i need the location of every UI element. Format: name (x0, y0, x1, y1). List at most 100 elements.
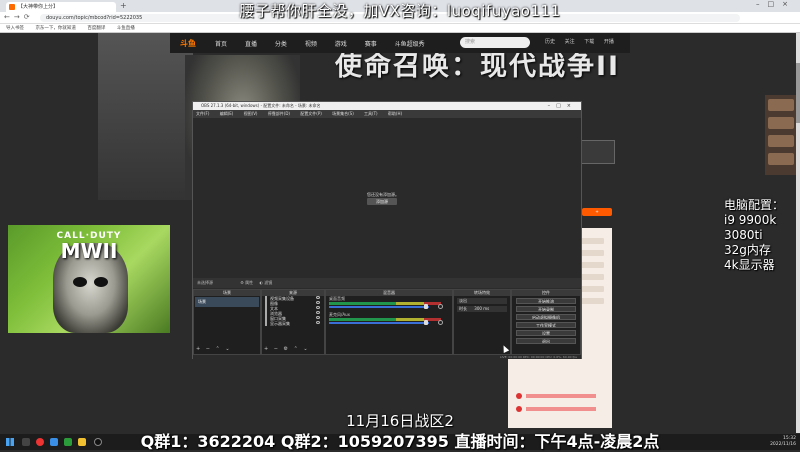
pc-specs-overlay: 电脑配置： i9 9900k 3080ti 32g内存 4k显示器 (724, 198, 784, 273)
audio-mixer-panel: 混音器 桌面音频 麦克风/Aux (325, 289, 453, 355)
duration-label: 时长 (459, 306, 467, 311)
site-menu-item[interactable]: 斗鱼超级秀 (395, 41, 425, 48)
specs-line: 32g内存 (724, 243, 771, 257)
obs-menu-item[interactable]: 帮助(H) (388, 111, 402, 116)
site-nav-icons: 历史 关注 下载 开播 (545, 38, 622, 45)
promo-box[interactable] (580, 140, 615, 164)
scenes-header: 场景 (194, 290, 260, 296)
side-ad-item[interactable] (768, 117, 794, 129)
settings-button[interactable]: 设置 (516, 330, 576, 336)
volume-slider-handle[interactable] (424, 304, 428, 309)
obs-menu-item[interactable]: 场景集合(S) (332, 111, 354, 116)
start-recording-button[interactable]: 开始录制 (516, 306, 576, 312)
side-ad-item[interactable] (768, 153, 794, 165)
site-menu: 首页 直播 分类 视频 游戏 赛事 斗鱼超级秀 (215, 39, 441, 48)
scrollbar-thumb[interactable] (796, 63, 800, 123)
virtual-camera-button[interactable]: 启动虚拟摄像机 (516, 314, 576, 320)
follow-button[interactable]: + (582, 208, 612, 216)
bookmark-item[interactable]: 京东一下，你就知道 (35, 26, 76, 31)
site-nav: 斗鱼 首页 直播 分类 视频 游戏 赛事 斗鱼超级秀 搜索 历史 关注 下载 开… (170, 33, 630, 53)
site-logo[interactable]: 斗鱼 (180, 38, 196, 49)
follow-icon[interactable]: 关注 (565, 39, 575, 45)
obs-menubar: 文件(F) 编辑(E) 视图(V) 停靠部件(D) 配置文件(P) 场景集合(S… (193, 110, 581, 118)
bookmark-item[interactable]: 百度翻译 (87, 26, 105, 31)
obs-titlebar: OBS 27.1.3 (64-bit, windows) - 配置文件: 未命名… (193, 102, 581, 110)
site-menu-item[interactable]: 首页 (215, 41, 227, 48)
site-menu-item[interactable]: 视频 (305, 41, 317, 48)
eye-icon[interactable] (316, 301, 320, 304)
specs-line: i9 9900k (724, 213, 777, 227)
volume-slider-handle[interactable] (424, 320, 428, 325)
obs-menu-item[interactable]: 停靠部件(D) (268, 111, 290, 116)
source-toolbar: 未选择源 ⚙ 属性 ◐ 滤镜 (193, 278, 581, 288)
gear-icon[interactable] (438, 320, 443, 325)
scenes-panel: 场景 场景 + − ⌃ ⌄ (193, 289, 261, 355)
obs-menu-item[interactable]: 配置文件(P) (300, 111, 322, 116)
site-menu-item[interactable]: 直播 (245, 41, 257, 48)
scene-item[interactable]: 场景 (195, 297, 259, 307)
eye-icon[interactable] (316, 306, 320, 309)
duration-value: 300 ms (474, 306, 490, 311)
stream-contact-banner: 腰子帮你肝全没，加VX咨询：luoqifuyao111 (239, 2, 561, 20)
eye-icon[interactable] (316, 321, 320, 324)
obs-status-bar: LIVE: 00:00:00 REC: 00:00:00 CPU: 0.6%, … (193, 355, 581, 359)
side-ad-item[interactable] (768, 99, 794, 111)
side-ad-item[interactable] (768, 135, 794, 147)
obs-window: OBS 27.1.3 (64-bit, windows) - 配置文件: 未命名… (192, 101, 582, 359)
studio-mode-button[interactable]: 工作室模式 (516, 322, 576, 328)
duration-field[interactable]: 时长 300 ms (457, 306, 507, 312)
volume-slider[interactable] (329, 322, 429, 324)
scenes-footer-buttons[interactable]: + − ⌃ ⌄ (196, 346, 232, 352)
eye-icon[interactable] (316, 311, 320, 314)
list-item[interactable] (526, 394, 596, 398)
site-search-input[interactable]: 搜索 (460, 37, 530, 48)
volume-slider[interactable] (329, 306, 429, 308)
obs-menu-item[interactable]: 文件(F) (196, 111, 209, 116)
red-badge-icon (516, 393, 522, 399)
page-scrollbar[interactable] (796, 33, 800, 433)
obs-menu-item[interactable]: 编辑(E) (220, 111, 234, 116)
source-type-icon (265, 321, 267, 326)
filter-icon[interactable]: ◐ (259, 280, 263, 285)
filters-button[interactable]: 滤镜 (264, 280, 272, 285)
source-item[interactable]: 显示器采集 (262, 321, 324, 326)
eye-icon[interactable] (316, 316, 320, 319)
bookmark-item[interactable]: 斗鱼直播 (117, 26, 135, 31)
gear-icon[interactable] (438, 304, 443, 309)
start-streaming-button[interactable]: 开始推流 (516, 298, 576, 304)
game-cover-art: CALL·DUTY MWII (8, 225, 170, 333)
obs-title: OBS 27.1.3 (64-bit, windows) - 配置文件: 未命名… (201, 103, 321, 108)
cover-logo: MWII (60, 239, 118, 263)
properties-button[interactable]: 属性 (245, 280, 253, 285)
page-side-ads (765, 95, 797, 175)
site-menu-item[interactable]: 赛事 (365, 41, 377, 48)
gear-icon[interactable]: ⚙ (240, 280, 244, 285)
transition-header: 转场特效 (454, 290, 510, 296)
exit-button[interactable]: 退出 (516, 338, 576, 344)
download-icon[interactable]: 下载 (584, 39, 594, 45)
add-source-button[interactable]: 添加源 (367, 198, 397, 205)
transition-select[interactable]: 淡出 (457, 298, 507, 304)
broadcast-icon[interactable]: 开播 (604, 39, 614, 45)
specs-line: 4k显示器 (724, 258, 775, 272)
sources-panel: 来源 视频采集设备 图像 文本 浏览器 窗口采集 显示器采集 + − ⚙ ⌃ ⌄ (261, 289, 325, 355)
obs-preview-area[interactable]: 您还没有添加源。 添加源 (193, 118, 581, 278)
specs-line: 电脑配置： (724, 198, 785, 212)
source-label: 显示器采集 (270, 321, 290, 326)
banner-art-left (98, 33, 193, 200)
specs-line: 3080ti (724, 228, 763, 242)
history-icon[interactable]: 历史 (545, 39, 555, 45)
obs-menu-item[interactable]: 视图(V) (244, 111, 258, 116)
site-menu-item[interactable]: 游戏 (335, 41, 347, 48)
bookmarks-bar: 导入书签 京东一下，你就知道 百度翻译 斗鱼直播 (0, 24, 800, 33)
controls-header: 控件 (512, 290, 580, 296)
sources-footer-buttons[interactable]: + − ⚙ ⌃ ⌄ (264, 346, 310, 352)
site-menu-item[interactable]: 分类 (275, 41, 287, 48)
obs-window-controls[interactable]: –□× (548, 102, 577, 110)
bookmark-item[interactable]: 导入书签 (6, 26, 24, 31)
mixer-channel: 麦克风/Aux (326, 312, 452, 328)
channel-name: 桌面音频 (329, 296, 345, 301)
mixer-channel: 桌面音频 (326, 296, 452, 312)
eye-icon[interactable] (316, 296, 320, 299)
obs-menu-item[interactable]: 工具(T) (364, 111, 378, 116)
